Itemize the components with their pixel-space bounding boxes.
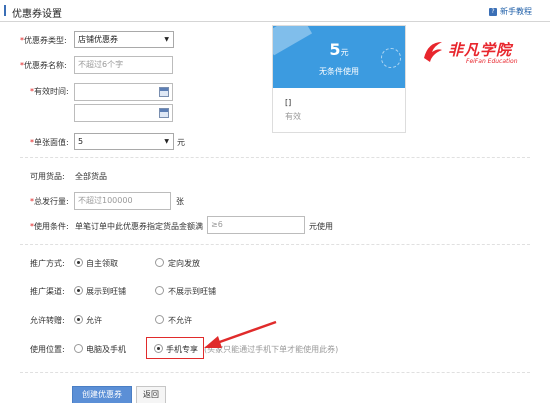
help-link-label: 新手教程 — [500, 7, 532, 16]
brand-logo: 非凡学院 FeiFan Education — [420, 38, 538, 68]
option-allow[interactable]: 允许 — [86, 315, 102, 326]
face-value-unit: 元 — [177, 138, 185, 147]
face-value-label: *单张面值: — [30, 138, 69, 147]
coupon-preview-card: 5元 无条件使用 [] 有效 — [272, 25, 406, 133]
logo-name: 非凡学院 — [448, 41, 513, 59]
help-link[interactable]: ? 新手教程 — [489, 6, 532, 17]
coupon-preview-header: 5元 无条件使用 — [273, 26, 405, 88]
option-pc-and-mobile[interactable]: 电脑及手机 — [86, 344, 126, 355]
option-targeted[interactable]: 定向发放 — [168, 258, 200, 269]
back-button[interactable]: 返回 — [136, 386, 166, 403]
calendar-icon[interactable] — [159, 108, 169, 118]
promotion-method-label: 推广方式: — [30, 259, 65, 268]
coupon-name-input[interactable]: 不超过6个字 — [74, 56, 173, 74]
coupon-status: 有效 — [285, 112, 301, 121]
section-divider — [20, 157, 530, 158]
condition-unit: 元使用 — [309, 222, 333, 231]
chevron-down-icon: ▼ — [164, 36, 169, 43]
option-show-shop[interactable]: 展示到旺铺 — [86, 286, 126, 297]
radio-pc-and-mobile[interactable] — [74, 344, 83, 353]
logo-mark-icon — [424, 42, 442, 62]
option-self-claim[interactable]: 自主领取 — [86, 258, 118, 269]
coupon-name-label: *优惠券名称: — [20, 61, 67, 70]
radio-allow[interactable] — [74, 315, 83, 324]
min-amount-input[interactable]: ≥6 — [207, 216, 305, 234]
available-goods-value: 全部货品 — [75, 172, 107, 181]
coupon-type-label: *优惠券类型: — [20, 36, 67, 45]
page-header: 优惠券设置 ? 新手教程 — [0, 0, 550, 22]
radio-hide-shop[interactable] — [155, 286, 164, 295]
title-accent-bar — [4, 5, 6, 16]
coupon-name-preview: [] — [285, 98, 292, 107]
available-goods-label: 可用货品: — [30, 172, 65, 181]
section-divider — [20, 372, 530, 373]
coupon-amount: 5元 — [329, 40, 349, 59]
usage-location-label: 使用位置: — [30, 345, 65, 354]
allow-transfer-label: 允许转赠: — [30, 316, 65, 325]
radio-mobile-only[interactable] — [154, 344, 163, 353]
end-date-input[interactable] — [74, 104, 173, 122]
annotation-arrow-icon — [204, 320, 277, 348]
radio-self-claim[interactable] — [74, 258, 83, 267]
quantity-unit: 张 — [176, 197, 184, 206]
radio-show-shop[interactable] — [74, 286, 83, 295]
start-date-input[interactable] — [74, 83, 173, 101]
coupon-type-select[interactable]: 店铺优惠券 ▼ — [74, 31, 174, 48]
question-icon: ? — [489, 7, 497, 16]
coupon-condition: 无条件使用 — [319, 67, 359, 76]
total-quantity-input[interactable]: 不超过100000 — [74, 192, 171, 210]
option-mobile-only[interactable]: 手机专享 — [166, 344, 198, 355]
create-coupon-button[interactable]: 创建优惠券 — [72, 386, 132, 403]
chevron-down-icon: ▼ — [164, 138, 169, 145]
usage-condition-label: *使用条件: — [30, 222, 69, 231]
radio-targeted[interactable] — [155, 258, 164, 267]
usage-condition-text: 单笔订单中此优惠券指定货品金额满 — [75, 222, 203, 231]
total-quantity-label: *总发行量: — [30, 197, 69, 206]
option-disallow[interactable]: 不允许 — [168, 315, 192, 326]
logo-en: FeiFan Education — [466, 58, 518, 65]
section-divider — [20, 244, 530, 245]
radio-disallow[interactable] — [155, 315, 164, 324]
calendar-icon[interactable] — [159, 87, 169, 97]
promotion-channel-label: 推广渠道: — [30, 287, 65, 296]
face-value-select[interactable]: 5 ▼ — [74, 133, 174, 150]
option-hide-shop[interactable]: 不展示到旺铺 — [168, 286, 216, 297]
validity-period-label: *有效时间: — [30, 87, 69, 96]
page-title: 优惠券设置 — [12, 9, 62, 20]
